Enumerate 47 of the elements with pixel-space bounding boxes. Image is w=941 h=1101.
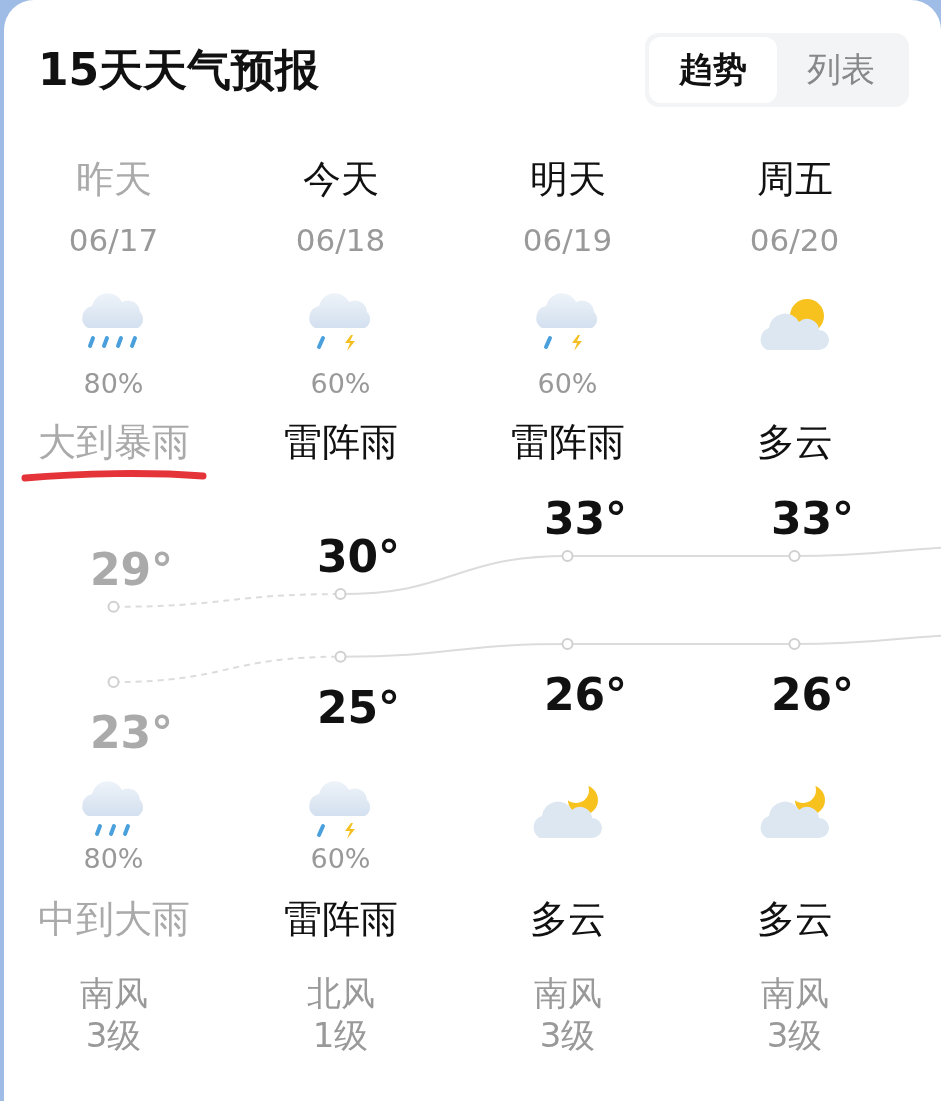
precipitation-chance: 60% [537, 367, 598, 401]
day-name: 昨天 [75, 156, 152, 203]
view-tab[interactable]: 趋势 [649, 37, 777, 103]
precipitation-chance: 80% [83, 842, 144, 876]
low-temperature: 23° [89, 707, 174, 759]
weather-condition: 雷阵雨 [510, 419, 625, 466]
day-date: 06/18 [295, 221, 386, 260]
wind-direction: 南风 [760, 972, 829, 1014]
day-name: 明天 [529, 156, 606, 203]
weather-condition: 中到大雨 [37, 896, 190, 943]
wind-direction: 北风 [306, 972, 375, 1014]
precipitation-chance: 60% [310, 842, 371, 876]
temperature-point [561, 550, 574, 562]
temperature-point [334, 588, 347, 601]
precipitation-chance: 60% [310, 367, 371, 401]
low-temperature: 26° [770, 669, 855, 720]
low-temperature: 25° [316, 681, 401, 733]
precipitation-chance: 80% [83, 367, 144, 401]
wind-direction: 南风 [79, 972, 148, 1014]
wind-level: 1级 [312, 1014, 369, 1056]
weather-condition: 多云 [756, 419, 833, 466]
wind-level: 3级 [766, 1014, 823, 1056]
day-name: 今天 [302, 156, 379, 203]
weather-condition: 雷阵雨 [283, 419, 398, 466]
weather-condition: 多云 [529, 896, 606, 943]
weather-condition: 多云 [756, 896, 833, 943]
high-temperature: 33° [543, 493, 628, 544]
day-date: 06/17 [68, 221, 159, 260]
temperature-point [107, 676, 120, 689]
day-date: 06/20 [749, 221, 840, 260]
temperature-point [788, 550, 801, 562]
wind-direction: 南风 [533, 972, 602, 1014]
wind-level: 3级 [539, 1014, 596, 1056]
high-temperature: 30° [316, 531, 401, 583]
day-date: 06/19 [522, 221, 613, 260]
temperature-point [788, 638, 801, 650]
high-temperature: 33° [770, 493, 855, 544]
wind-level: 3级 [85, 1014, 142, 1056]
temperature-point [107, 600, 120, 613]
temperature-point [561, 638, 574, 650]
weather-condition: 大到暴雨 [37, 419, 190, 466]
day-name: 周五 [756, 156, 833, 203]
low-temperature: 26° [543, 669, 628, 720]
temperature-point [334, 650, 347, 663]
forecast-title: 15天天气预报 [38, 42, 320, 97]
high-temperature: 29° [89, 543, 174, 595]
weather-condition: 雷阵雨 [283, 896, 398, 943]
